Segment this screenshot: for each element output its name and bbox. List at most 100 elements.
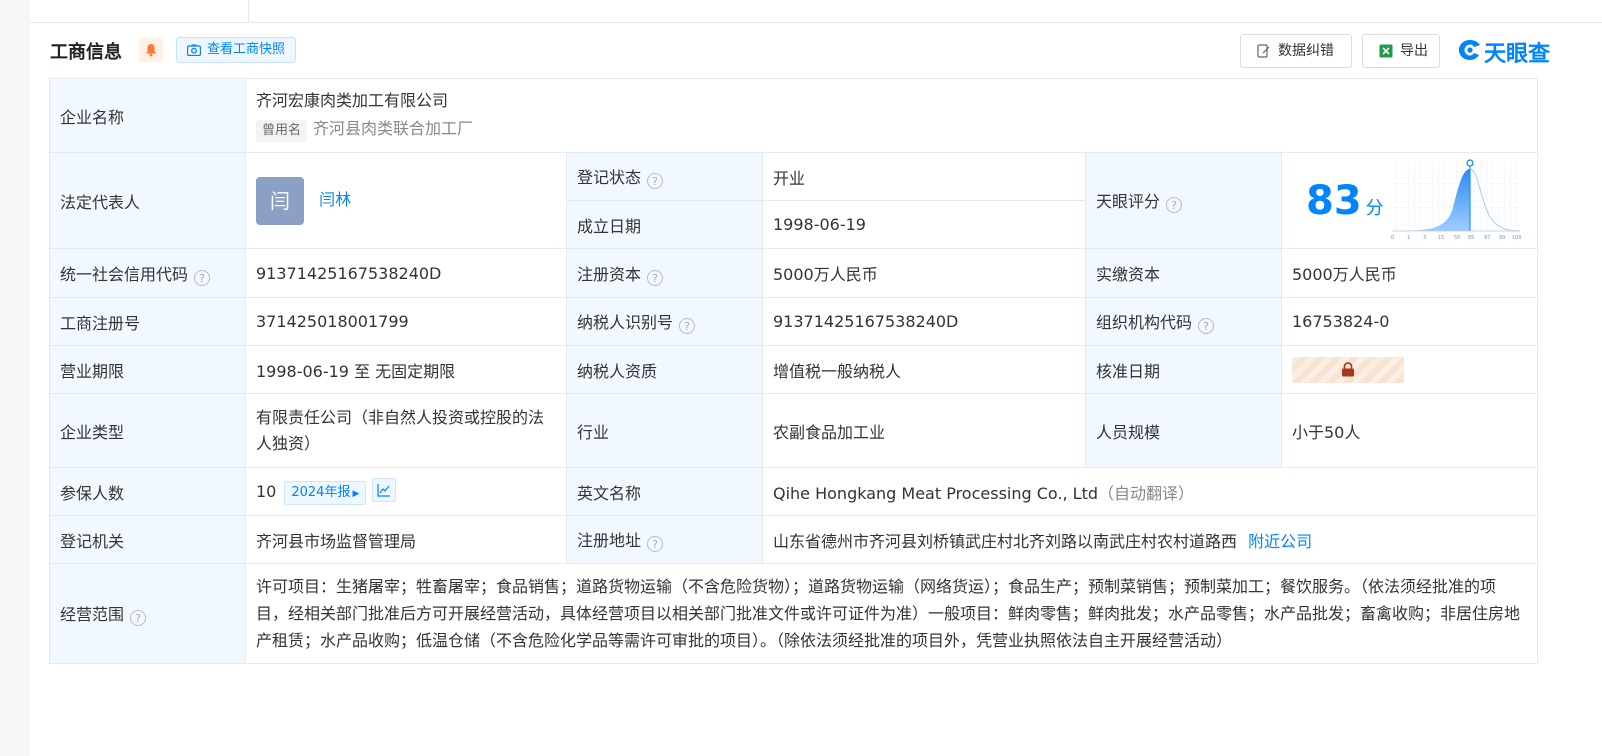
score-tick: 100 <box>1512 235 1522 241</box>
locked-value[interactable] <box>1292 356 1404 383</box>
taxpayer-id: 91371425167538240D <box>762 297 1086 346</box>
label-score: 天眼评分 <box>1096 192 1161 211</box>
bell-icon[interactable] <box>139 38 163 62</box>
table-row: 企业名称 齐河宏康肉类加工有限公司 曾用名 齐河县肉类联合加工厂 <box>49 78 1539 153</box>
label-score-cell: 天眼评分? <box>1085 152 1282 249</box>
label-reg-status: 登记状态 <box>577 168 642 187</box>
label-reg-capital-cell: 注册资本? <box>566 248 763 298</box>
label-address-cell: 注册地址? <box>566 515 763 564</box>
address: 山东省德州市齐河县刘桥镇武庄村北齐刘路以南武庄村农村道路西 <box>773 531 1238 551</box>
legal-rep-cell: 闫 闫林 <box>245 152 567 249</box>
term: 1998-06-19 至 无固定期限 <box>245 345 567 394</box>
logo-text: 天眼查 <box>1484 42 1551 67</box>
label-authority: 登记机关 <box>49 515 246 564</box>
label-taxpayer-id: 纳税人识别号 <box>577 313 674 332</box>
annual-report-year: 2024年报 <box>291 485 351 500</box>
label-taxpayer-id-cell: 纳税人识别号? <box>566 297 763 346</box>
score-cell[interactable]: 83 分 0 1 3 15 50 85 97 99 100 <box>1280 152 1539 249</box>
score-tick: 85 <box>1468 235 1474 241</box>
label-taxpayer-type: 纳税人资质 <box>566 345 763 394</box>
label-reg-number: 工商注册号 <box>49 297 246 346</box>
help-icon[interactable]: ? <box>647 536 664 552</box>
snapshot-label: 查看工商快照 <box>207 42 286 57</box>
score-tick: 3 <box>1423 235 1426 241</box>
data-correction-button[interactable]: 数据纠错 <box>1240 34 1352 68</box>
label-org-code: 组织机构代码 <box>1096 313 1193 332</box>
score-distribution-chart: 0 1 3 15 50 85 97 99 100 <box>1391 159 1522 241</box>
table-row: 法定代表人 闫 闫林 登记状态? 开业 天眼评分? 83 分 0 1 3 15 … <box>49 152 1539 249</box>
label-address: 注册地址 <box>577 531 642 550</box>
founded: 1998-06-19 <box>762 200 1086 249</box>
excel-icon <box>1379 44 1393 58</box>
label-paid-capital: 实缴资本 <box>1085 248 1282 298</box>
taxpayer-type: 增值税一般纳税人 <box>762 345 1086 394</box>
export-label: 导出 <box>1400 43 1428 59</box>
table-row: 经营范围? 许可项目：生猪屠宰；牲畜屠宰；食品销售；道路货物运输（不含危险货物）… <box>49 563 1539 664</box>
snapshot-button[interactable]: 查看工商快照 <box>176 37 297 63</box>
score-value: 83 <box>1306 177 1362 224</box>
business-scope: 许可项目：生猪屠宰；牲畜屠宰；食品销售；道路货物运输（不含危险货物）；道路货物运… <box>244 563 1539 664</box>
data-correction-label: 数据纠错 <box>1278 43 1334 59</box>
help-icon[interactable]: ? <box>647 269 664 286</box>
score-tick: 50 <box>1454 235 1460 241</box>
table-row: 登记机关 齐河县市场监督管理局 注册地址? 山东省德州市齐河县刘桥镇武庄村北齐刘… <box>49 515 1539 564</box>
former-name-tag: 曾用名 <box>256 120 308 142</box>
insured-count: 10 <box>256 482 277 501</box>
staff-size: 小于50人 <box>1280 393 1539 468</box>
label-reg-status-cell: 登记状态? <box>566 152 763 201</box>
tab-bar <box>30 0 1602 23</box>
table-row: 工商注册号 371425018001799 纳税人识别号? 9137142516… <box>49 297 1539 346</box>
score-unit: 分 <box>1365 197 1384 219</box>
table-row: 营业期限 1998-06-19 至 无固定期限 纳税人资质 增值税一般纳税人 核… <box>49 345 1539 394</box>
english-name-cell: Qihe Hongkang Meat Processing Co., Ltd（自… <box>761 467 1539 516</box>
address-cell: 山东省德州市齐河县刘桥镇武庄村北齐刘路以南武庄村农村道路西 附近公司 <box>761 515 1539 564</box>
help-icon[interactable]: ? <box>1166 197 1183 213</box>
help-icon[interactable]: ? <box>194 269 211 286</box>
company-name-cell: 齐河宏康肉类加工有限公司 曾用名 齐河县肉类联合加工厂 <box>244 78 1539 153</box>
label-approval-date: 核准日期 <box>1085 345 1282 394</box>
help-icon[interactable]: ? <box>647 173 664 189</box>
company-name: 齐河宏康肉类加工有限公司 <box>256 91 449 110</box>
label-reg-capital: 注册资本 <box>577 264 642 284</box>
company-type: 有限责任公司（非自然人投资或控股的法人独资） <box>245 393 567 468</box>
business-info-table: 企业名称 齐河宏康肉类加工有限公司 曾用名 齐河县肉类联合加工厂 法定代表人 闫 … <box>49 78 1539 664</box>
legal-rep-link[interactable]: 闫林 <box>319 190 351 209</box>
score-chart-ticks: 0 1 3 15 50 85 97 99 100 <box>1391 235 1522 241</box>
table-row: 参保人数 10 2024年报 ▶ 英文名称 Qihe Hongkang Meat P… <box>49 467 1539 516</box>
edit-icon <box>1257 44 1270 58</box>
label-credit-code: 统一社会信用代码 <box>60 264 189 284</box>
trend-chart-icon[interactable] <box>372 478 397 502</box>
tianyancha-logo-icon <box>1459 40 1480 60</box>
label-staff-size: 人员规模 <box>1085 393 1282 468</box>
label-org-code-cell: 组织机构代码? <box>1085 297 1282 346</box>
label-scope-cell: 经营范围? <box>49 563 246 664</box>
reg-status: 开业 <box>762 152 1086 201</box>
help-icon[interactable]: ? <box>679 318 696 334</box>
label-company-name: 企业名称 <box>49 78 246 153</box>
label-scope: 经营范围 <box>60 605 125 624</box>
help-icon[interactable]: ? <box>1198 318 1215 334</box>
export-button[interactable]: 导出 <box>1362 34 1440 68</box>
insured-cell: 10 2024年报 ▶ <box>245 467 567 516</box>
score-tick: 99 <box>1499 235 1505 241</box>
industry: 农副食品加工业 <box>762 393 1086 468</box>
score-tick: 1 <box>1407 235 1410 241</box>
reg-number: 371425018001799 <box>245 297 567 346</box>
annual-report-tag[interactable]: 2024年报 ▶ <box>284 481 367 505</box>
label-credit-code-cell: 统一社会信用代码? <box>49 248 246 298</box>
label-term: 营业期限 <box>49 345 246 394</box>
table-row: 企业类型 有限责任公司（非自然人投资或控股的法人独资） 行业 农副食品加工业 人… <box>49 393 1539 468</box>
tab-active-cell[interactable] <box>30 0 249 22</box>
table-row: 统一社会信用代码? 91371425167538240D 注册资本? 5000万… <box>49 248 1539 298</box>
label-english-name: 英文名称 <box>566 467 763 516</box>
label-legal-rep: 法定代表人 <box>49 152 246 249</box>
section-header: 工商信息 查看工商快照 数据纠错 导出 天眼查 <box>50 34 1602 68</box>
org-code: 16753824-0 <box>1280 297 1539 346</box>
english-name: Qihe Hongkang Meat Processing Co., Ltd <box>773 483 1099 503</box>
help-icon[interactable]: ? <box>130 610 147 626</box>
authority: 齐河县市场监督管理局 <box>245 515 567 564</box>
score-tick: 97 <box>1484 235 1490 241</box>
nearby-companies-link[interactable]: 附近公司 <box>1248 532 1312 551</box>
label-insured: 参保人数 <box>49 467 246 516</box>
label-industry: 行业 <box>566 393 763 468</box>
